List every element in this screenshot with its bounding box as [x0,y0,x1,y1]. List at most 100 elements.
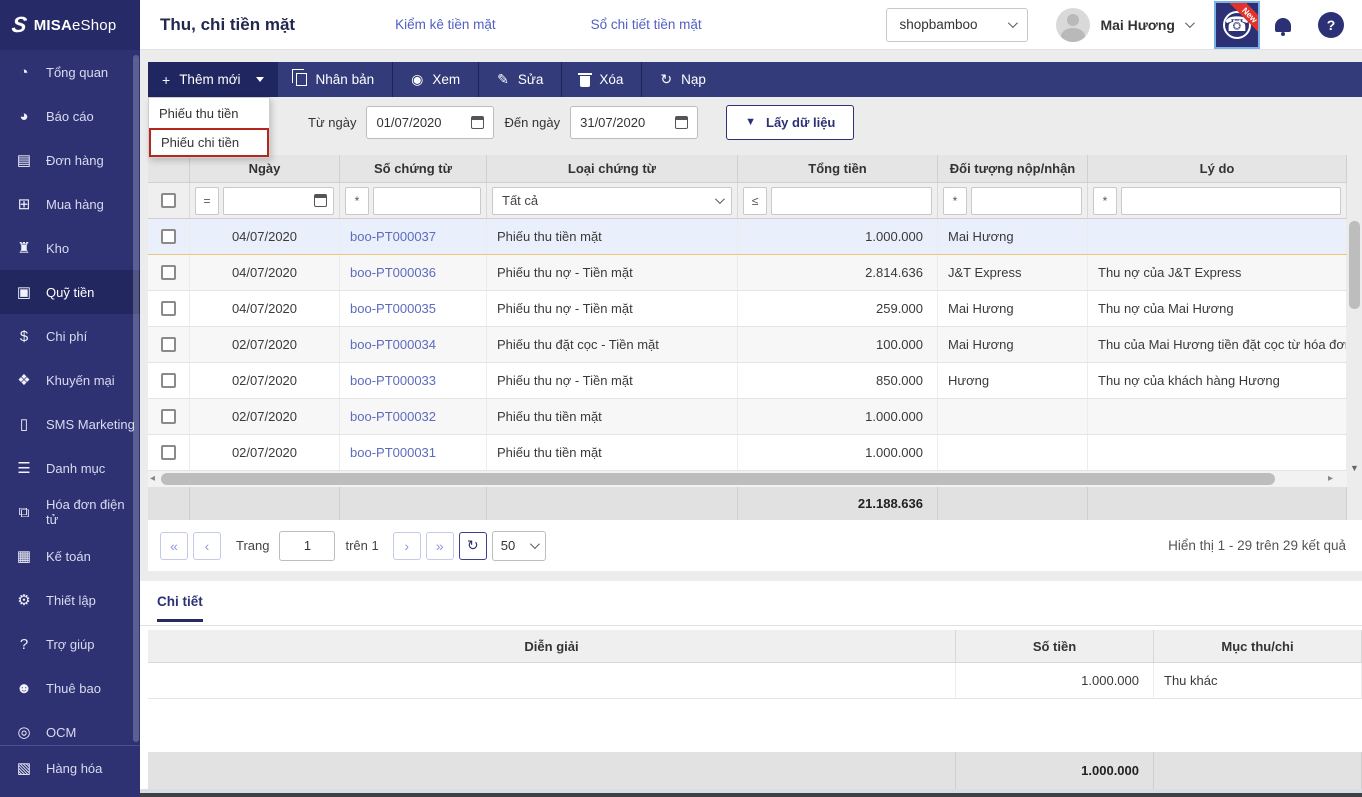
amount-filter-text[interactable] [778,188,925,214]
horizontal-scrollbar[interactable]: ◂ ▸ [148,471,1347,487]
table-row[interactable]: 04/07/2020 boo-PT000037 Phiếu thu tiền m… [148,219,1347,255]
detail-column-amount[interactable]: Số tiền [956,630,1154,663]
table-row[interactable]: 02/07/2020 boo-PT000033 Phiếu thu nợ - T… [148,363,1347,399]
sidebar-item-ke-toan[interactable]: ▦Kế toán [0,534,140,578]
store-selector-dropdown[interactable]: shopbamboo [886,8,1028,42]
calendar-icon[interactable] [314,194,327,207]
table-row[interactable]: 04/07/2020 boo-PT000036 Phiếu thu nợ - T… [148,255,1347,291]
cell-doc-no-link[interactable]: boo-PT000036 [340,255,487,290]
reason-filter-input[interactable] [1121,187,1341,215]
payer-operator[interactable]: * [943,187,967,215]
cell-doc-no-link[interactable]: boo-PT000031 [340,435,487,470]
notifications-button[interactable] [1260,18,1306,32]
column-header-type[interactable]: Loại chứng từ [487,155,738,183]
column-header-amount[interactable]: Tổng tiền [738,155,938,183]
doc-no-filter-input[interactable] [373,187,481,215]
sidebar-item-mua-hang[interactable]: ⊞Mua hàng [0,182,140,226]
first-page-button[interactable]: « [160,532,188,560]
doc-no-operator[interactable]: * [345,187,369,215]
table-row[interactable]: 02/07/2020 boo-PT000031 Phiếu thu tiền m… [148,435,1347,471]
cell-doc-no-link[interactable]: boo-PT000037 [340,219,487,254]
column-header-date[interactable]: Ngày [190,155,340,183]
scroll-down-arrow-icon[interactable]: ▼ [1347,463,1362,473]
sidebar-item-quy-tien[interactable]: ▣Quỹ tiền [0,270,140,314]
date-filter-input[interactable] [223,187,334,215]
refresh-page-button[interactable]: ↻ [459,532,487,560]
column-header-reason[interactable]: Lý do [1088,155,1347,183]
vertical-scrollbar[interactable]: ▼ [1347,155,1362,487]
detail-column-category[interactable]: Mục thu/chi [1154,630,1362,663]
reason-filter-text[interactable] [1128,188,1334,214]
calendar-icon[interactable] [675,116,688,129]
prev-page-button[interactable]: ‹ [193,532,221,560]
scroll-left-arrow-icon[interactable]: ◂ [150,473,155,484]
sidebar-item-don-hang[interactable]: ▤Đơn hàng [0,138,140,182]
vertical-scrollbar-thumb[interactable] [1349,221,1360,309]
reason-operator[interactable]: * [1093,187,1117,215]
view-button[interactable]: ◉ Xem [393,62,478,97]
to-date-input[interactable]: 31/07/2020 [570,106,698,139]
amount-operator[interactable]: ≤ [743,187,767,215]
row-checkbox[interactable] [161,445,176,460]
hotline-button[interactable]: ☎ New [1214,1,1260,49]
duplicate-button[interactable]: Nhân bản [278,62,393,97]
sidebar-item-sms-marketing[interactable]: ▯SMS Marketing [0,402,140,446]
payer-filter-text[interactable] [978,188,1075,214]
menu-item-phieu-thu-tien[interactable]: Phiếu thu tiền [149,98,269,128]
user-name[interactable]: Mai Hương [1100,17,1175,33]
sidebar-item-khuyen-mai[interactable]: ❖Khuyến mại [0,358,140,402]
horizontal-scrollbar-thumb[interactable] [161,473,1275,485]
row-checkbox[interactable] [161,337,176,352]
sidebar-item-tong-quan[interactable]: ◔Tổng quan [0,50,140,94]
reload-button[interactable]: ↻ Nạp [642,62,724,97]
cell-doc-no-link[interactable]: boo-PT000035 [340,291,487,326]
chevron-down-icon[interactable] [1185,18,1195,28]
calendar-icon[interactable] [471,116,484,129]
next-page-button[interactable]: › [393,532,421,560]
last-page-button[interactable]: » [426,532,454,560]
amount-filter-input[interactable] [771,187,932,215]
row-checkbox[interactable] [161,409,176,424]
sidebar-item-hang-hoa[interactable]: ▧Hàng hóa [0,746,140,790]
detail-column-description[interactable]: Diễn giải [148,630,956,663]
sidebar-item-tro-giup[interactable]: ?Trợ giúp [0,622,140,666]
link-so-chi-tiet-tien-mat[interactable]: Sổ chi tiết tiền mặt [591,17,702,32]
sidebar-item-danh-muc[interactable]: ☰Danh mục [0,446,140,490]
edit-button[interactable]: ✎ Sửa [479,62,561,97]
payer-filter-input[interactable] [971,187,1082,215]
help-button[interactable]: ? [1318,12,1344,38]
select-all-checkbox[interactable] [161,193,176,208]
doc-no-filter-text[interactable] [380,188,474,214]
page-size-select[interactable]: 50 [492,531,546,561]
detail-row[interactable]: 1.000.000 Thu khác [148,663,1362,699]
sidebar-item-bao-cao[interactable]: ◕Báo cáo [0,94,140,138]
sidebar-item-chi-phi[interactable]: $Chi phí [0,314,140,358]
page-number-input[interactable] [279,531,335,561]
table-row[interactable]: 02/07/2020 boo-PT000034 Phiếu thu đặt cọ… [148,327,1347,363]
link-kiem-ke-tien-mat[interactable]: Kiểm kê tiền mặt [395,17,496,32]
cell-doc-no-link[interactable]: boo-PT000033 [340,363,487,398]
brand-logo[interactable]: S MISAeShop [0,0,140,50]
sidebar-item-thue-bao[interactable]: ☻Thuê bao [0,666,140,710]
table-row[interactable]: 02/07/2020 boo-PT000032 Phiếu thu tiền m… [148,399,1347,435]
from-date-input[interactable]: 01/07/2020 [366,106,494,139]
row-checkbox[interactable] [161,373,176,388]
user-avatar[interactable] [1056,8,1090,42]
type-filter-select[interactable]: Tất cả [492,187,732,215]
sidebar-item-thiet-lap[interactable]: ⚙Thiết lập [0,578,140,622]
row-checkbox[interactable] [161,265,176,280]
get-data-button[interactable]: ▼ Lấy dữ liệu [726,105,854,140]
row-checkbox[interactable] [161,301,176,316]
tab-chi-tiet[interactable]: Chi tiết [157,594,203,622]
sidebar-scrollbar[interactable] [133,55,139,742]
menu-item-phieu-chi-tien[interactable]: Phiếu chi tiền [149,128,269,157]
delete-button[interactable]: Xóa [562,62,641,97]
table-row[interactable]: 04/07/2020 boo-PT000035 Phiếu thu nợ - T… [148,291,1347,327]
sidebar-item-kho[interactable]: ♜Kho [0,226,140,270]
column-header-payer[interactable]: Đối tượng nộp/nhận [938,155,1088,183]
scroll-right-arrow-icon[interactable]: ▸ [1328,473,1333,484]
date-filter-text[interactable] [230,188,314,214]
column-header-doc-no[interactable]: Số chứng từ [340,155,487,183]
date-operator[interactable]: = [195,187,219,215]
row-checkbox[interactable] [161,229,176,244]
